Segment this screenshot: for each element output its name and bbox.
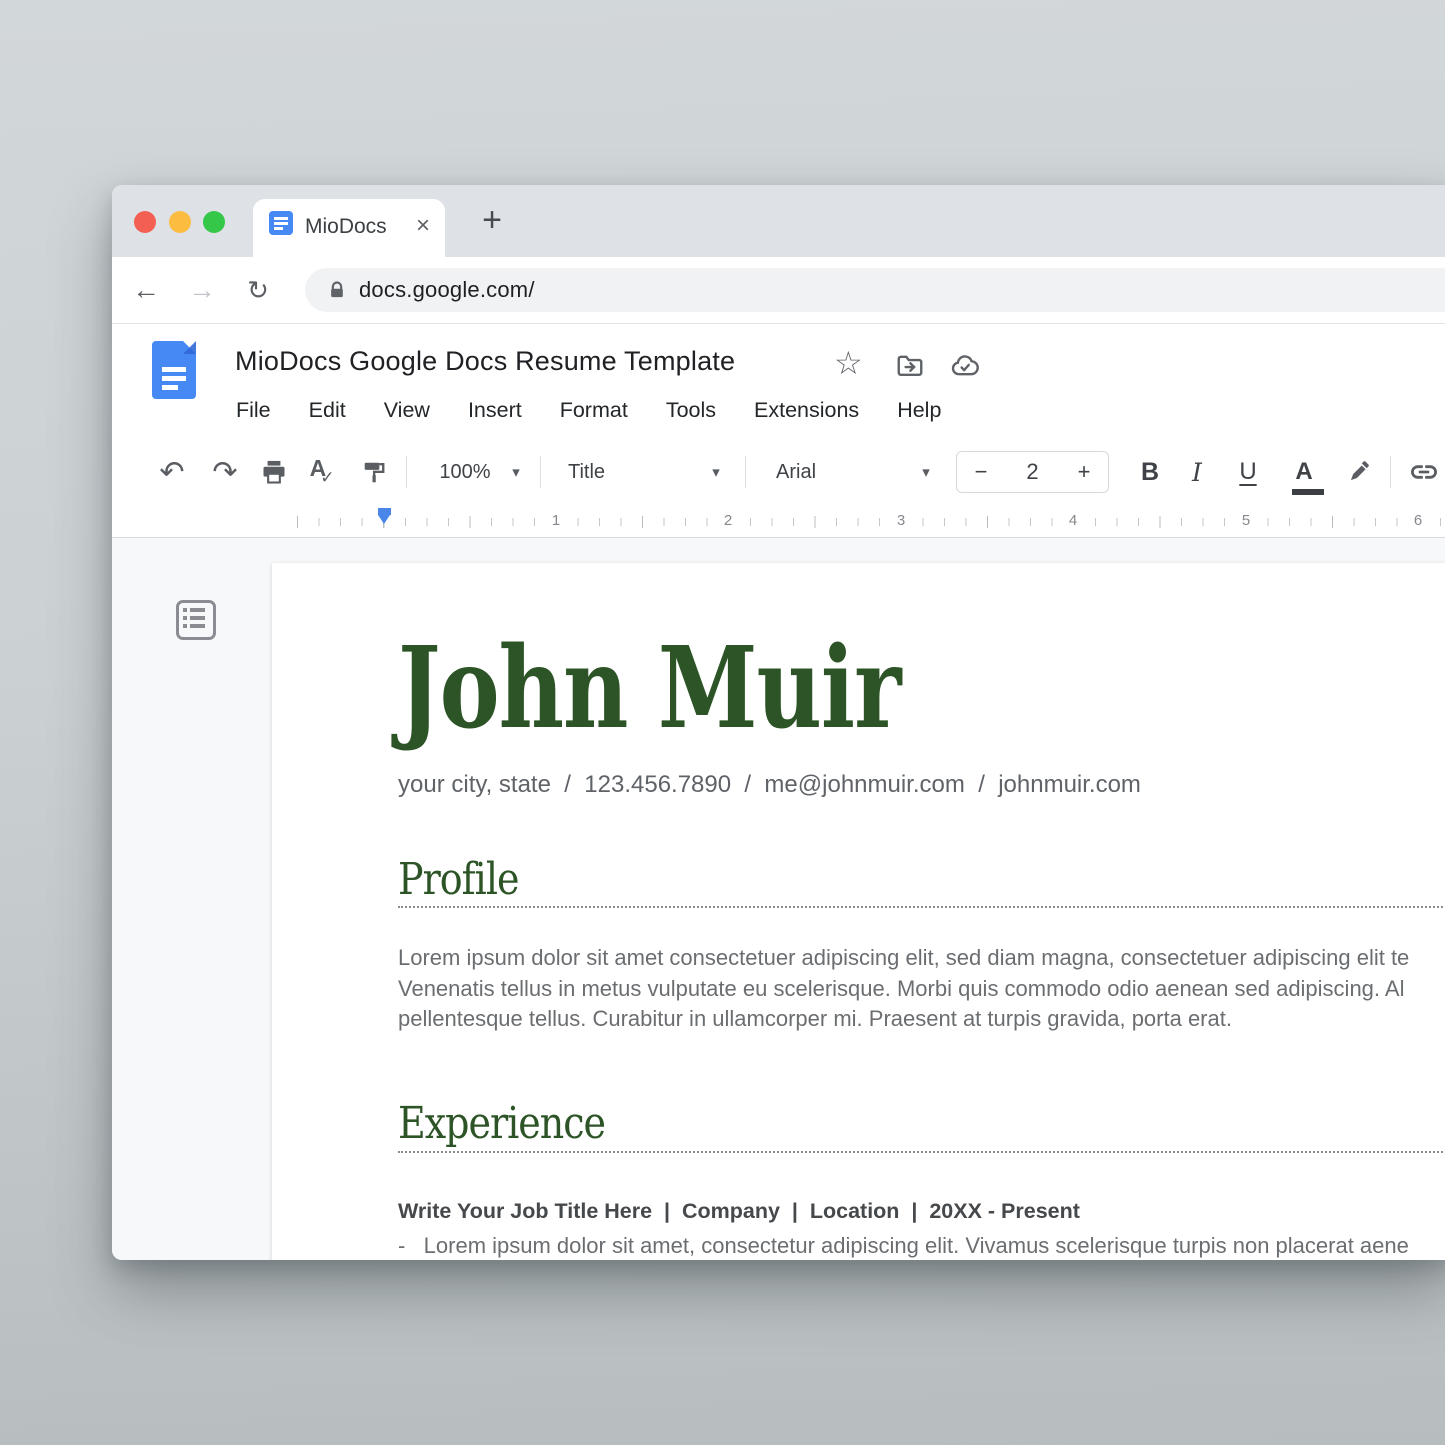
insert-link-icon[interactable] [1404,438,1444,506]
lock-icon[interactable] [327,280,347,300]
favicon-line [274,217,288,220]
reload-icon[interactable]: ↻ [240,257,276,323]
menu-edit[interactable]: Edit [309,398,346,423]
traffic-zoom-button[interactable] [203,211,225,233]
docs-header: MioDocs Google Docs Resume Template ☆ Fi… [112,324,1445,438]
docs-toolbar: ↶ ↷ A ✓ 100% ▾ [112,438,1445,507]
section-divider [398,906,1445,908]
text-color-bar [1292,489,1324,495]
profile-text-line: Lorem ipsum dolor sit amet consectetuer … [398,943,1409,974]
ruler-number: 2 [716,512,740,529]
tab-title: MioDocs [305,199,387,257]
document-outline-icon[interactable] [176,600,216,640]
profile-text-line: Venenatis tellus in metus vulputate eu s… [398,974,1405,1005]
tab-strip: MioDocs × + [112,185,1445,257]
style-caret-icon[interactable]: ▾ [708,438,724,506]
desktop-background: MioDocs × + ← → ↻ docs.google.com/ MioDo… [0,0,1445,1445]
section-divider [398,1151,1445,1153]
ruler-number: 5 [1234,512,1258,529]
document-title[interactable]: MioDocs Google Docs Resume Template [235,346,735,377]
italic-button[interactable]: I [1179,438,1215,506]
ruler-number: 3 [889,512,913,529]
browser-window: MioDocs × + ← → ↻ docs.google.com/ MioDo… [112,185,1445,1260]
outline-row [183,608,209,612]
forward-icon[interactable]: → [184,257,220,323]
font-size-decrease-button[interactable]: − [957,452,1005,492]
font-family-value[interactable]: Arial [776,438,836,506]
zoom-caret-icon[interactable]: ▾ [508,438,524,506]
menu-format[interactable]: Format [560,398,628,423]
toolbar-divider [745,456,746,488]
docs-favicon-icon [269,211,293,235]
menu-extensions[interactable]: Extensions [754,398,859,423]
highlight-color-button[interactable] [1340,438,1376,506]
font-size-value[interactable]: 2 [1005,452,1060,492]
print-icon[interactable] [257,438,291,506]
underline-button[interactable]: U [1230,438,1266,506]
spellcheck-icon[interactable]: A ✓ [308,438,342,506]
google-docs-icon[interactable] [152,341,196,399]
job-bullet-line: - Lorem ipsum dolor sit amet, consectetu… [398,1233,1409,1259]
url-text[interactable]: docs.google.com/ [359,268,535,312]
menu-tools[interactable]: Tools [666,398,716,423]
toolbar-divider [406,456,407,488]
ruler: 1 2 3 4 5 6 [112,506,1445,538]
undo-icon[interactable]: ↶ [154,438,190,506]
ruler-number: 1 [544,512,568,529]
profile-heading: Profile [398,857,518,901]
menu-help[interactable]: Help [897,398,941,423]
favicon-line [274,222,288,225]
ruler-number: 6 [1406,512,1430,529]
document-canvas: John Muir your city, state / 123.456.789… [112,538,1445,1260]
document-page[interactable]: John Muir your city, state / 123.456.789… [272,563,1445,1260]
paragraph-style-value[interactable]: Title [568,438,628,506]
toolbar-divider [540,456,541,488]
spellcheck-check: ✓ [320,468,334,488]
redo-icon[interactable]: ↷ [207,438,243,506]
browser-tab[interactable]: MioDocs × [253,199,445,257]
text-color-button[interactable]: A [1286,438,1322,506]
paint-format-icon[interactable] [358,438,392,506]
font-caret-icon[interactable]: ▾ [918,438,934,506]
ruler-half-ticks [297,516,1445,528]
ruler-number: 4 [1061,512,1085,529]
resume-name: John Muir [398,627,900,751]
cloud-saved-icon[interactable] [948,351,982,381]
docs-icon-lines [162,367,186,390]
job-title-line: Write Your Job Title Here | Company | Lo… [398,1199,1080,1224]
zoom-select-value[interactable]: 100% [435,438,495,506]
address-bar[interactable]: docs.google.com/ [305,268,1445,312]
text-color-letter: A [1295,458,1312,486]
move-to-folder-icon[interactable] [894,351,926,381]
font-size-increase-button[interactable]: + [1060,452,1108,492]
profile-text-line: pellentesque tellus. Curabitur in ullamc… [398,1004,1232,1035]
indent-marker-icon[interactable] [378,515,390,524]
favicon-line [274,227,283,230]
new-tab-button[interactable]: + [472,195,512,247]
traffic-close-button[interactable] [134,211,156,233]
outline-row [183,616,209,620]
browser-navbar: ← → ↻ docs.google.com/ [112,257,1445,324]
font-size-control: − 2 + [956,451,1109,493]
menu-file[interactable]: File [236,398,271,423]
back-icon[interactable]: ← [128,257,164,323]
resume-contact-line: your city, state / 123.456.7890 / me@joh… [398,771,1141,799]
menu-view[interactable]: View [384,398,430,423]
traffic-minimize-button[interactable] [169,211,191,233]
toolbar-divider [1390,456,1391,488]
outline-row [183,624,209,628]
star-icon[interactable]: ☆ [834,344,863,382]
experience-heading: Experience [398,1101,605,1145]
menu-bar: File Edit View Insert Format Tools Exten… [236,398,941,423]
bold-button[interactable]: B [1132,438,1168,506]
tab-close-icon[interactable]: × [411,199,435,257]
indent-marker-top[interactable] [378,508,391,515]
menu-insert[interactable]: Insert [468,398,522,423]
underline-letter: U [1239,458,1256,486]
